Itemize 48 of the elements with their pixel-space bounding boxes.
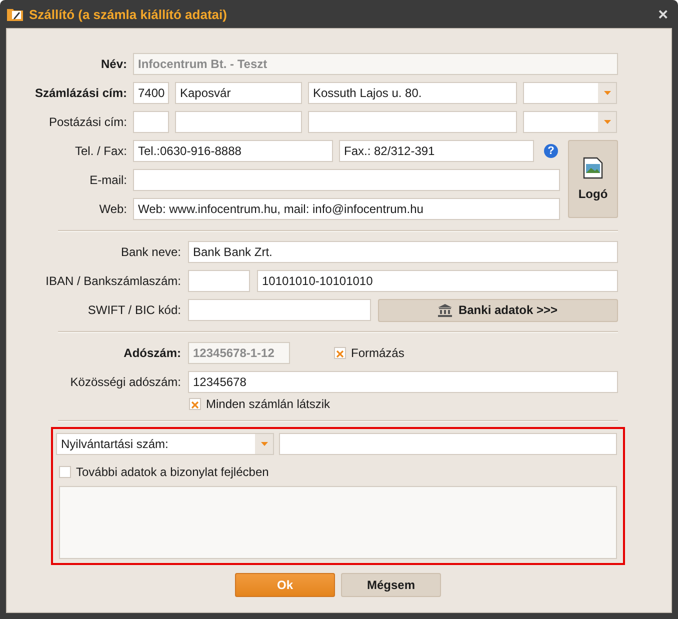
field-label: Tel. / Fax: [74,144,127,158]
field-label: SWIFT / BIC kód: [86,303,181,317]
text-field[interactable] [188,270,250,292]
text-field[interactable] [279,433,617,455]
text-field[interactable]: Kossuth Lajos u. 80. [308,82,517,104]
field-label: Adószám: [122,346,181,360]
checkbox-label: Formázás [351,346,404,360]
text-field[interactable] [308,111,517,133]
help-icon[interactable]: ? [544,144,558,158]
field-label: Bank neve: [120,245,181,259]
caret-icon[interactable] [604,91,610,95]
text-field[interactable]: Fax.: 82/312-391 [339,140,534,162]
caret-icon[interactable] [604,120,610,124]
field-label: Számlázási cím: [34,86,127,100]
logo-button[interactable]: Logó [568,140,618,218]
field-label: Postázási cím: [48,115,127,129]
checkbox-label: Minden számlán látszik [206,396,330,410]
text-field[interactable]: Tel.:0630-916-8888 [133,140,333,162]
field-label: E-mail: [88,173,127,187]
window-title: Szállító (a számla kiállító adatai) [29,6,228,22]
text-field[interactable] [175,111,302,133]
text-field[interactable] [133,111,169,133]
checkbox[interactable] [189,398,201,410]
dropdown-field[interactable]: Nyilvántartási szám: [56,433,274,455]
text-field[interactable]: 7400 [133,82,169,104]
field-label: Név: [100,57,127,71]
text-area[interactable] [59,486,617,559]
caret-icon[interactable] [260,442,268,446]
checkbox-label: További adatok a bizonylat fejlécben [76,464,269,478]
text-field[interactable] [188,299,371,321]
text-field[interactable] [133,169,560,191]
field-label: Közösségi adószám: [69,375,181,389]
dropdown-field[interactable] [523,111,617,133]
bank-data-button[interactable]: Banki adatok >>> [378,298,618,322]
image-file-icon [583,157,603,179]
close-button[interactable]: × [658,6,668,22]
text-field[interactable]: Kaposvár [175,82,302,104]
text-field[interactable]: 12345678 [188,371,618,393]
bank-icon [438,304,452,316]
text-field[interactable]: Bank Bank Zrt. [188,241,618,263]
cancel-button[interactable]: Mégsem [341,573,441,597]
folder-icon [7,7,23,21]
text-field[interactable]: Web: www.infocentrum.hu, mail: info@infocentrum.hu [133,198,560,220]
field-label: IBAN / Bankszámlaszám: [44,274,181,288]
field-label: Web: [98,202,127,216]
checkbox[interactable] [59,466,71,478]
dropdown-field[interactable] [523,82,617,104]
text-field[interactable]: 10101010-10101010 [257,270,618,292]
